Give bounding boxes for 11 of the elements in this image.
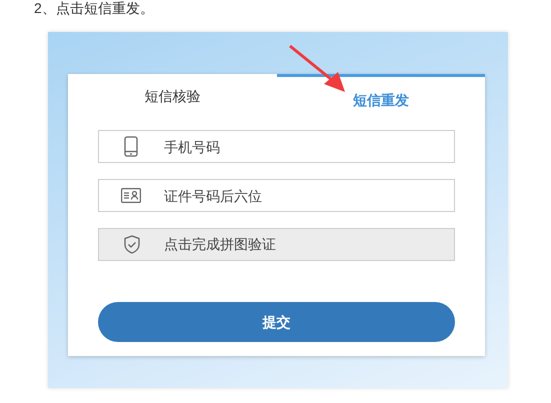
captcha-label: 点击完成拼图验证 <box>164 235 276 254</box>
arrow-annotation <box>288 44 348 94</box>
submit-button[interactable]: 提交 <box>98 302 455 342</box>
id-number-field[interactable]: 证件号码后六位 <box>98 179 455 212</box>
captcha-button[interactable]: 点击完成拼图验证 <box>98 228 455 261</box>
tab[interactable]: 短信核验 <box>68 74 276 114</box>
id-card-icon <box>120 188 140 203</box>
instruction-text: 2、点击短信重发。 <box>34 0 154 16</box>
phone-icon <box>124 136 138 157</box>
phone-field[interactable]: 手机号码 <box>98 130 455 163</box>
shield-check-icon <box>124 235 140 254</box>
